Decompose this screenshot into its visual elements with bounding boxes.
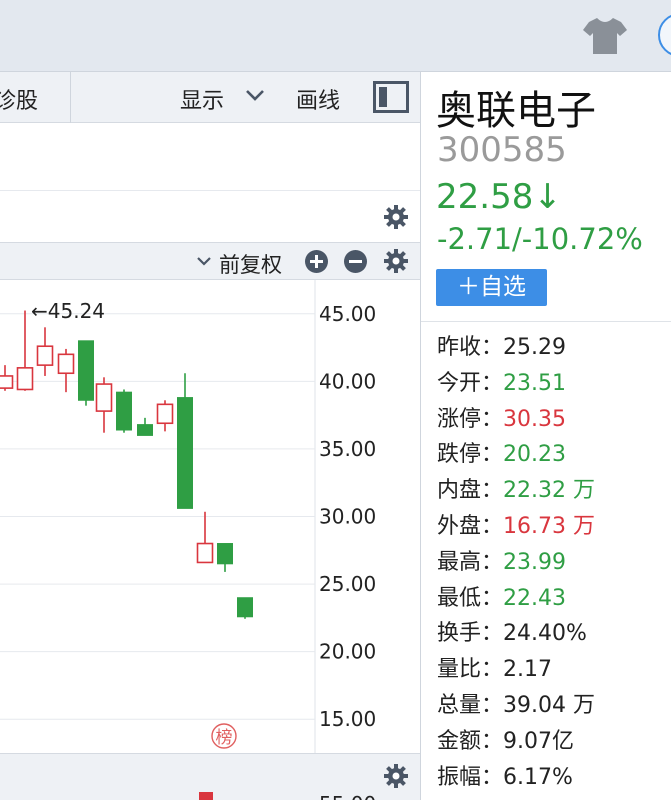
candle-body	[16, 367, 34, 391]
stat-row: 最高：23.99	[437, 547, 671, 583]
zoom-in-icon[interactable]	[305, 250, 328, 273]
chart-toolbar: 诊股 显示 画线	[0, 72, 420, 123]
quote-pane: 奥联电子 300585 22.58↓ -2.71/-10.72% ＋自选 昨收：…	[421, 72, 671, 800]
gear-icon[interactable]	[383, 248, 409, 274]
panel-toggle-icon[interactable]	[373, 81, 409, 113]
stock-price: 22.58↓	[436, 177, 562, 217]
stat-label: 外盘：	[437, 513, 504, 539]
display-dropdown[interactable]: 显示	[180, 83, 224, 115]
stat-row: 最低：22.43	[437, 583, 671, 619]
y-tick-label: 30.00	[319, 505, 376, 529]
stat-value: 22.32 万	[503, 478, 595, 504]
quote-stats: 昨收：25.29 今开：23.51 涨停：30.35 跌停：20.23 内盘：22.32…	[437, 332, 671, 797]
stat-value: 24.40%	[503, 621, 587, 647]
chevron-down-icon[interactable]	[196, 255, 212, 267]
y-tick-label: 35.00	[319, 437, 376, 461]
candlestick-chart[interactable]: 45.00 40.00 35.00 30.00 25.00 20.00 15.00 ←45.…	[0, 280, 421, 753]
stat-row: 振幅：6.17%	[437, 762, 671, 798]
stat-label: 内盘：	[437, 478, 504, 504]
y-tick-label: 15.00	[319, 707, 376, 731]
candle-body	[57, 353, 75, 375]
stat-value: 22.43	[503, 585, 566, 611]
avatar[interactable]	[658, 13, 671, 57]
stat-value: 39.04 万	[503, 692, 595, 718]
stat-row: 量比：2.17	[437, 654, 671, 690]
high-price-marker: ←45.24	[31, 299, 105, 323]
candle-body	[237, 597, 253, 618]
toolbar-divider	[70, 72, 71, 123]
stat-row: 内盘：22.32 万	[437, 475, 671, 511]
stat-label: 量比：	[437, 657, 504, 683]
stat-value: 23.99	[503, 549, 566, 575]
divider	[421, 321, 671, 322]
stat-label: 跌停：	[437, 442, 504, 468]
stat-row: 昨收：25.29	[437, 332, 671, 368]
stat-label: 最低：	[437, 585, 504, 611]
ranking-label: 榜	[216, 728, 233, 748]
chevron-down-icon[interactable]	[245, 88, 265, 102]
chart-pane: 诊股 显示 画线 前复权	[0, 72, 421, 800]
zhengu-tab[interactable]: 诊股	[0, 83, 38, 115]
candle-body	[177, 397, 193, 509]
stat-row: 换手：24.40%	[437, 618, 671, 654]
stock-change: -2.71/-10.72%	[437, 222, 643, 256]
volume-bar	[199, 792, 213, 800]
stat-value: 23.51	[503, 370, 566, 396]
stat-value: 30.35	[503, 406, 566, 432]
stat-label: 总量：	[437, 692, 504, 718]
stat-row: 金额：9.07亿	[437, 726, 671, 762]
add-watchlist-button[interactable]: ＋自选	[436, 269, 547, 306]
zoom-out-icon[interactable]	[344, 250, 367, 273]
ranking-badge[interactable]: 榜	[211, 723, 237, 749]
stat-row: 跌停：20.23	[437, 439, 671, 475]
y-tick-label: 40.00	[319, 369, 376, 393]
stock-code: 300585	[437, 130, 567, 170]
stat-row: 涨停：30.35	[437, 404, 671, 440]
stat-value: 2.17	[503, 657, 552, 683]
lower-indicator-bar: 55.00	[0, 753, 420, 800]
stat-row: 外盘：16.73 万	[437, 511, 671, 547]
stat-label: 今开：	[437, 370, 504, 396]
stat-value: 6.17%	[503, 764, 573, 790]
y-tick-label: 25.00	[319, 572, 376, 596]
price-adjust-bar: 前复权	[0, 242, 420, 280]
info-panel	[0, 123, 420, 191]
stat-label: 涨停：	[437, 406, 504, 432]
candle-body	[0, 375, 14, 389]
stat-row: 今开：23.51	[437, 368, 671, 404]
tshirt-icon[interactable]	[581, 14, 629, 56]
candle-body	[137, 424, 153, 436]
stock-name: 奥联电子	[436, 88, 596, 134]
candle-body	[196, 542, 214, 564]
stat-label: 昨收：	[437, 335, 504, 360]
stat-value: 9.07亿	[503, 728, 575, 754]
candle-body	[116, 391, 132, 431]
stat-label: 换手：	[437, 621, 504, 647]
candle-body	[78, 340, 94, 401]
indicator-panel	[0, 192, 420, 242]
candle-body	[36, 345, 54, 366]
top-bar	[0, 0, 671, 72]
y-tick-label: 20.00	[319, 640, 376, 664]
forward-adjust-dropdown[interactable]: 前复权	[219, 249, 282, 279]
candle-body	[95, 383, 113, 412]
stat-label: 振幅：	[437, 764, 504, 790]
y-tick-label: 45.00	[319, 302, 376, 326]
stat-label: 金额：	[437, 728, 504, 754]
candle-body	[217, 543, 233, 565]
stat-value: 25.29	[503, 335, 566, 360]
lower-panel-tick: 55.00	[319, 792, 376, 800]
gear-icon[interactable]	[383, 204, 409, 230]
draw-line-button[interactable]: 画线	[296, 83, 340, 115]
stat-row: 总量：39.04 万	[437, 690, 671, 726]
gear-icon[interactable]	[383, 763, 409, 789]
stat-value: 16.73 万	[503, 513, 595, 539]
candle-body	[156, 403, 174, 425]
stat-label: 最高：	[437, 549, 504, 575]
stat-value: 20.23	[503, 442, 566, 468]
